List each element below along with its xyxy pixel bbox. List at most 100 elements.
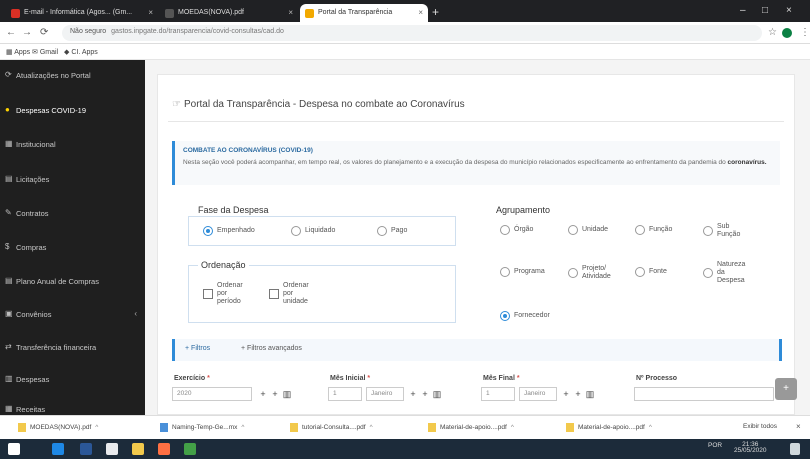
radio-circle[interactable] — [500, 311, 510, 321]
download-item[interactable]: Material-de-apoio....pdf ^ — [566, 423, 652, 432]
reload-icon[interactable]: ⟳ — [40, 27, 48, 38]
download-item[interactable]: tutorial-Consulta....pdf ^ — [290, 423, 373, 432]
radio-empenhado[interactable]: Empenhado — [203, 226, 255, 236]
sidebar-item-transferencia[interactable]: ⇄ Transferência financeira — [0, 338, 145, 356]
new-tab-icon[interactable]: + — [432, 5, 439, 19]
download-item[interactable]: Material-de-apoio....pdf ^ — [428, 423, 514, 432]
windows-start-icon[interactable] — [8, 443, 20, 455]
radio-circle[interactable] — [568, 225, 578, 235]
close-window-icon[interactable]: × — [786, 5, 792, 16]
chevron-up-icon[interactable]: ^ — [95, 424, 98, 431]
radio-circle[interactable] — [291, 226, 301, 236]
bookmark-apps[interactable]: ▦ Apps — [6, 48, 30, 56]
checkbox-ordenar-unidade[interactable]: Ordenar por unidade — [269, 282, 309, 306]
sidebar-item-convenios[interactable]: ▣ Convênios ‹ — [0, 305, 145, 323]
radio-circle[interactable] — [703, 268, 713, 278]
trash-icon[interactable]: ▥ — [585, 388, 595, 400]
sidebar-item-label: Despesas — [16, 375, 50, 384]
download-item[interactable]: Naming-Temp-Ge...mx ^ — [160, 423, 244, 432]
close-icon[interactable]: × — [288, 8, 293, 17]
plus-icon[interactable]: + — [270, 388, 280, 400]
maximize-icon[interactable]: □ — [762, 5, 768, 16]
plus-icon[interactable]: + — [408, 388, 418, 400]
radio-fonte[interactable]: Fonte — [635, 267, 667, 277]
sidebar-item-contratos[interactable]: ✎ Contratos — [0, 204, 145, 222]
browser-tab-portal[interactable]: Portal da Transparência × — [300, 4, 428, 22]
radio-programa[interactable]: Programa — [500, 267, 545, 277]
mes-final-input[interactable]: 1 — [481, 387, 515, 401]
sidebar-item-despesas-covid[interactable]: ● Despesas COVID-19 — [0, 101, 145, 119]
bookmark-ci-apps[interactable]: ◆ CI. Apps — [64, 48, 98, 56]
browser-tab-pdf[interactable]: MOEDAS(NOVA).pdf × — [160, 4, 298, 22]
trash-icon[interactable]: ▥ — [282, 388, 292, 400]
plus-icon[interactable]: + — [420, 388, 430, 400]
radio-circle[interactable] — [500, 225, 510, 235]
chevron-up-icon[interactable]: ^ — [511, 424, 514, 431]
radio-funcao[interactable]: Função — [635, 225, 672, 235]
chevron-up-icon[interactable]: ^ — [241, 424, 244, 431]
plus-icon[interactable]: + — [561, 388, 571, 400]
tab-filtros[interactable]: + Filtros — [185, 345, 210, 352]
radio-orgao[interactable]: Órgão — [500, 225, 533, 235]
folder-icon[interactable] — [132, 443, 144, 455]
checkbox-ordenar-periodo[interactable]: Ordenar por período — [203, 282, 243, 306]
plus-icon[interactable]: + — [573, 388, 583, 400]
download-item[interactable]: MOEDAS(NOVA).pdf ^ — [18, 423, 98, 432]
radio-circle[interactable] — [500, 267, 510, 277]
app-icon[interactable] — [158, 443, 170, 455]
sidebar-item-plano-anual[interactable]: ▤ Plano Anual de Compras — [0, 272, 145, 290]
sidebar-item-compras[interactable]: $ Compras — [0, 238, 145, 256]
show-all-downloads-button[interactable]: Exibir todos — [743, 423, 777, 430]
checkbox[interactable] — [269, 289, 279, 299]
sidebar-item-despesas[interactable]: ▥ Despesas — [0, 370, 145, 388]
notifications-icon[interactable] — [790, 443, 800, 455]
exercicio-input[interactable]: 2020 — [172, 387, 252, 401]
bookmark-gmail[interactable]: ✉ Gmail — [32, 48, 58, 56]
radio-circle[interactable] — [635, 225, 645, 235]
radio-circle[interactable] — [568, 268, 578, 278]
radio-pago[interactable]: Pago — [377, 226, 407, 236]
taskview-icon[interactable] — [52, 443, 64, 455]
sidebar-item-licitacoes[interactable]: ▤ Licitações — [0, 170, 145, 188]
word-icon[interactable] — [80, 443, 92, 455]
star-icon[interactable]: ☆ — [768, 27, 777, 38]
excel-icon[interactable] — [184, 443, 196, 455]
sidebar-item-institucional[interactable]: ▦ Institucional — [0, 135, 145, 153]
mes-final-select[interactable]: Janeiro — [519, 387, 557, 401]
mes-inicial-select[interactable]: Janeiro — [366, 387, 404, 401]
close-icon[interactable]: × — [418, 8, 423, 17]
radio-sub-funcao[interactable]: Sub Função — [703, 223, 740, 239]
radio-projeto-atividade[interactable]: Projeto/ Atividade — [568, 265, 611, 281]
browser-tab-gmail[interactable]: E-mail - Informática (Agos... (Gm... × — [6, 4, 158, 22]
scroll-action-button[interactable]: + — [775, 378, 797, 400]
chevron-up-icon[interactable]: ^ — [649, 424, 652, 431]
close-icon[interactable]: × — [148, 8, 153, 17]
trash-icon[interactable]: ▥ — [432, 388, 442, 400]
radio-circle[interactable] — [377, 226, 387, 236]
radio-circle[interactable] — [703, 226, 713, 236]
sidebar-item-atualizacoes[interactable]: ⟳ Atualizações no Portal — [0, 66, 145, 84]
checkbox[interactable] — [203, 289, 213, 299]
radio-unidade[interactable]: Unidade — [568, 225, 608, 235]
radio-circle[interactable] — [203, 226, 213, 236]
radio-natureza-despesa[interactable]: Natureza da Despesa — [703, 261, 745, 285]
back-icon[interactable]: ← — [6, 27, 16, 38]
language-indicator[interactable]: POR — [708, 442, 722, 449]
processo-input[interactable] — [634, 387, 774, 401]
forward-icon[interactable]: → — [22, 27, 32, 38]
agrupamento-title: Agrupamento — [496, 205, 551, 215]
minus-icon[interactable]: + — [258, 388, 268, 400]
clock[interactable]: 21:36 25/05/2020 — [734, 441, 767, 454]
chrome-icon[interactable] — [106, 443, 118, 455]
mes-inicial-input[interactable]: 1 — [328, 387, 362, 401]
close-icon[interactable]: × — [796, 422, 801, 431]
tab-filtros-avancados[interactable]: + Filtros avançados — [241, 345, 302, 352]
radio-circle[interactable] — [635, 267, 645, 277]
url-input[interactable]: Não seguro gastos.inpgate.do/transparenc… — [62, 25, 762, 41]
radio-fornecedor[interactable]: Fornecedor — [500, 311, 550, 321]
radio-liquidado[interactable]: Liquidado — [291, 226, 335, 236]
chevron-up-icon[interactable]: ^ — [370, 424, 373, 431]
minimize-icon[interactable]: – — [740, 5, 746, 16]
profile-avatar[interactable] — [782, 28, 792, 38]
menu-icon[interactable]: ⋮ — [800, 27, 810, 38]
